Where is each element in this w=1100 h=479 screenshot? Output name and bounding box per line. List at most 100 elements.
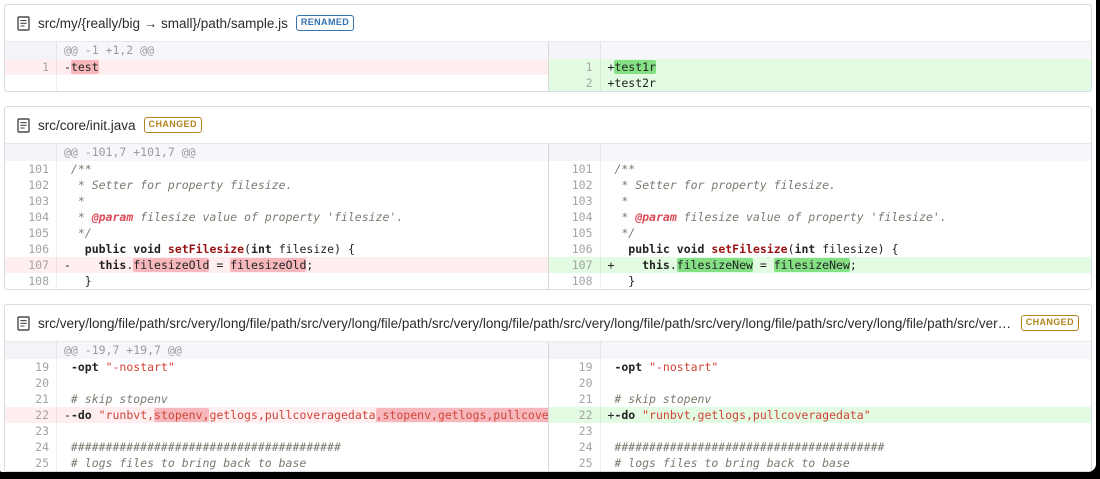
line-number[interactable]: 20 xyxy=(5,375,57,391)
line-number[interactable]: 1 xyxy=(547,59,601,75)
code-line: # skip stopenv xyxy=(57,391,548,407)
line-number[interactable]: 21 xyxy=(547,391,601,407)
code-line: */ xyxy=(600,225,1091,241)
line-number[interactable]: 25 xyxy=(547,455,601,471)
code-line: + this.filesizeNew = filesizeNew; xyxy=(600,257,1091,273)
line-number[interactable]: 2 xyxy=(547,75,601,91)
code-segment: @param xyxy=(91,210,134,224)
line-number[interactable]: 24 xyxy=(5,439,57,455)
file-path: src/my/{really/big → small}/path/sample.… xyxy=(38,15,288,31)
hunk-gutter xyxy=(5,42,57,59)
line-number[interactable]: 1 xyxy=(5,59,57,75)
code-segment: } xyxy=(607,274,636,288)
code-segment: + xyxy=(607,258,643,272)
code-segment: * xyxy=(607,194,629,208)
line-number[interactable]: 102 xyxy=(547,177,601,193)
line-number[interactable]: 101 xyxy=(5,161,57,177)
code-line: /** xyxy=(600,161,1091,177)
code-line: -opt "-nostart" xyxy=(57,359,548,375)
line-number[interactable]: 104 xyxy=(547,209,601,225)
code-segment: int xyxy=(251,242,272,256)
line-number[interactable]: 104 xyxy=(5,209,57,225)
line-number[interactable]: 108 xyxy=(547,273,601,289)
code-line: ####################################### xyxy=(600,439,1091,455)
file-icon xyxy=(17,315,30,331)
code-segment: ####################################### xyxy=(64,440,341,454)
hunk-header: @@ -1 +1,2 @@ xyxy=(57,42,548,59)
code-segment: * Setter for property filesize. xyxy=(607,178,836,192)
code-line: --do "runbvt,stopenv,getlogs,pullcoverag… xyxy=(57,407,548,423)
code-line xyxy=(57,375,548,391)
code-segment: getlogs,pullcoveragedata xyxy=(209,408,376,422)
status-badge: CHANGED xyxy=(1020,315,1079,331)
code-segment: setFilesize xyxy=(167,242,245,256)
code-segment: ,stopenv,getlogs,pullcoveragedata" xyxy=(375,408,548,422)
code-line: +-do "runbvt,getlogs,pullcoveragedata" xyxy=(600,407,1091,423)
code-segment: -opt xyxy=(614,360,643,374)
code-segment: # skip stopenv xyxy=(64,392,168,406)
hunk-header: @@ -19,7 +19,7 @@ xyxy=(57,342,548,359)
code-segment: test xyxy=(70,60,99,74)
line-number[interactable]: 102 xyxy=(5,177,57,193)
line-number[interactable]: 106 xyxy=(5,241,57,257)
code-segment: -do xyxy=(70,408,92,422)
line-number[interactable]: 105 xyxy=(5,225,57,241)
line-number[interactable]: 23 xyxy=(547,423,601,439)
code-line: } xyxy=(600,273,1091,289)
code-line: # logs files to bring back to base xyxy=(600,455,1091,471)
code-line: +test1r xyxy=(600,59,1091,75)
code-segment: - xyxy=(64,60,71,74)
line-number[interactable]: 108 xyxy=(5,273,57,289)
line-number[interactable]: 23 xyxy=(5,423,57,439)
code-segment: setFilesize xyxy=(711,242,788,256)
code-line: * Setter for property filesize. xyxy=(57,177,548,193)
hunk-gutter xyxy=(547,144,601,161)
code-segment: */ xyxy=(64,226,92,240)
code-line: public void setFilesize(int filesize) { xyxy=(600,241,1091,257)
code-segment: # skip stopenv xyxy=(607,392,712,406)
code-line: +test2r xyxy=(600,75,1091,91)
line-number[interactable]: 19 xyxy=(547,359,601,375)
code-segment: # logs files to bring back to base xyxy=(607,456,850,470)
code-segment: "-nostart" xyxy=(105,360,175,374)
line-number[interactable]: 21 xyxy=(5,391,57,407)
code-segment: "-nostart" xyxy=(649,360,719,374)
line-number[interactable]: 101 xyxy=(547,161,601,177)
line-number[interactable]: 105 xyxy=(547,225,601,241)
code-segment: public xyxy=(84,242,127,256)
code-segment: ( xyxy=(244,242,252,256)
line-number[interactable]: 107 xyxy=(5,257,57,273)
hunk-gutter xyxy=(5,144,57,161)
line-number[interactable]: 25 xyxy=(5,455,57,471)
line-number[interactable]: 20 xyxy=(547,375,601,391)
file-card: src/very/long/file/path/src/very/long/fi… xyxy=(4,304,1092,472)
code-segment: /** xyxy=(607,162,636,176)
code-segment: +test2r xyxy=(607,76,656,90)
code-segment: ; xyxy=(306,258,314,272)
file-header: src/my/{really/big → small}/path/sample.… xyxy=(5,5,1091,42)
line-number[interactable]: 106 xyxy=(547,241,601,257)
diff-page: src/my/{really/big → small}/path/sample.… xyxy=(0,0,1096,472)
code-segment: filesizeOld xyxy=(133,258,210,272)
code-segment: "runbvt, xyxy=(98,408,155,422)
line-number[interactable]: 103 xyxy=(5,193,57,209)
code-segment: = xyxy=(209,258,231,272)
line-number[interactable]: 107 xyxy=(547,257,601,273)
line-number[interactable]: 22 xyxy=(547,407,601,423)
line-number[interactable]: 19 xyxy=(5,359,57,375)
line-number[interactable]: 22 xyxy=(5,407,57,423)
code-line: # skip stopenv xyxy=(600,391,1091,407)
code-segment: ( xyxy=(787,242,795,256)
file-icon xyxy=(17,15,30,31)
line-number[interactable]: 24 xyxy=(547,439,601,455)
code-segment: @param xyxy=(635,210,677,224)
code-line: -opt "-nostart" xyxy=(600,359,1091,375)
code-line: } xyxy=(57,273,548,289)
code-segment: - xyxy=(64,408,71,422)
code-segment: filesize) { xyxy=(815,242,899,256)
line-number[interactable]: 103 xyxy=(547,193,601,209)
